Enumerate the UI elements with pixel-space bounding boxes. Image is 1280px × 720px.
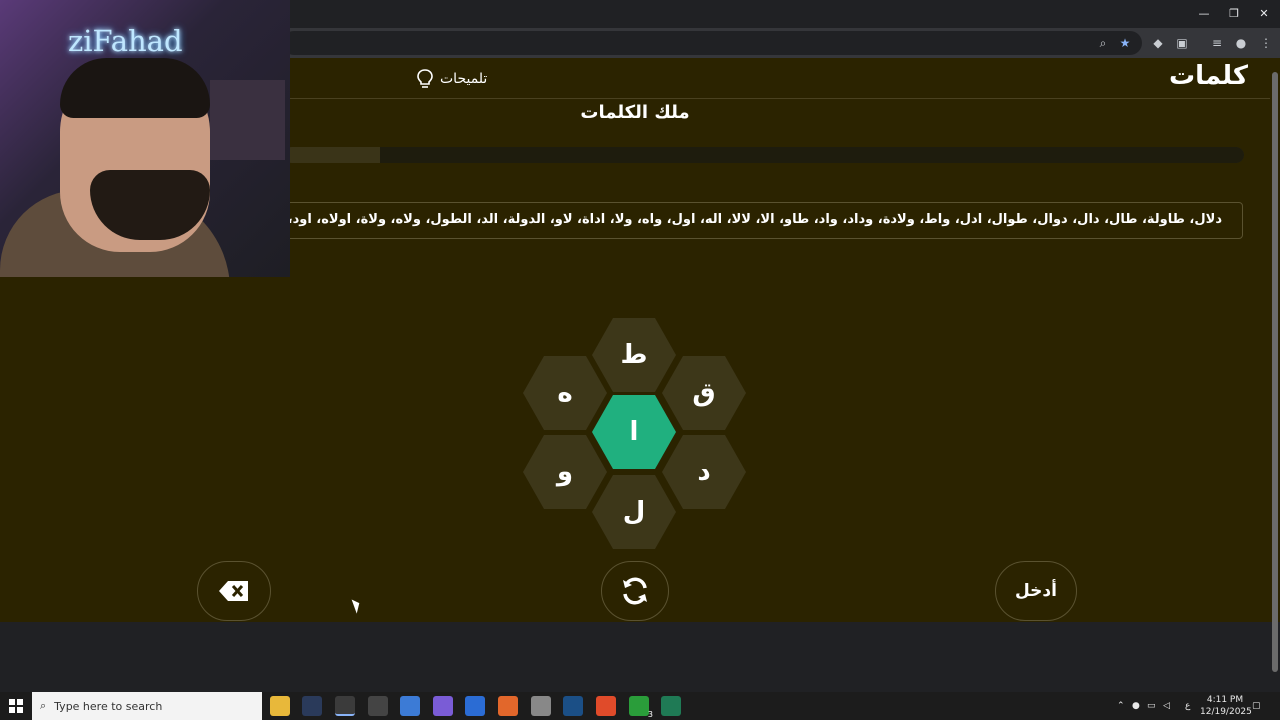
xbox-icon[interactable]: 3 bbox=[629, 696, 653, 719]
media-icon[interactable]: ≡ bbox=[1209, 35, 1225, 51]
app-logo[interactable]: كلمات bbox=[1169, 61, 1248, 91]
brave-icon[interactable] bbox=[596, 696, 616, 716]
webcam-background-shelf bbox=[210, 80, 285, 160]
volume-icon[interactable]: ◁ bbox=[1163, 700, 1170, 712]
progress-fill bbox=[380, 147, 1244, 163]
windows-start-icon[interactable] bbox=[9, 699, 23, 713]
letter-hex-center[interactable]: ا bbox=[592, 395, 676, 469]
bookmark-star-icon[interactable]: ★ bbox=[1117, 35, 1133, 51]
discord-icon[interactable] bbox=[433, 696, 453, 716]
extension-icon[interactable]: ◆ bbox=[1150, 35, 1166, 51]
windows-taskbar: ⌕ Type here to search 3 ⌃ ● ▭ ◁ ع 4:11 P… bbox=[0, 692, 1280, 720]
profile-icon[interactable]: ● bbox=[1233, 35, 1249, 51]
page-scrollbar[interactable] bbox=[1270, 58, 1280, 672]
hints-label: تلميحات bbox=[440, 71, 488, 87]
letter-hex-lower-left[interactable]: و bbox=[523, 435, 607, 509]
microphone-icon[interactable]: ● bbox=[1132, 700, 1140, 712]
word-icon[interactable] bbox=[465, 696, 485, 716]
address-bar[interactable] bbox=[282, 31, 1142, 55]
delete-button[interactable] bbox=[197, 561, 271, 621]
chrome-icon[interactable] bbox=[335, 696, 355, 716]
close-button[interactable]: ✕ bbox=[1250, 4, 1278, 24]
clock[interactable]: 4:11 PM 12/19/2025 bbox=[1200, 694, 1252, 718]
enter-button[interactable]: أدخل bbox=[995, 561, 1077, 621]
firefox-icon[interactable] bbox=[498, 696, 518, 716]
letter-hex-upper-right[interactable]: ق bbox=[662, 356, 746, 430]
backspace-icon bbox=[219, 581, 248, 601]
shuffle-button[interactable] bbox=[601, 561, 669, 621]
clock-app-icon[interactable] bbox=[368, 696, 388, 716]
app2-icon[interactable] bbox=[531, 696, 551, 716]
letter-hex-bottom[interactable]: ل bbox=[592, 475, 676, 549]
network-icon[interactable]: ▭ bbox=[1147, 700, 1156, 712]
webcam-person-hair bbox=[60, 58, 210, 118]
steam-icon[interactable] bbox=[563, 696, 583, 716]
found-words-list: دلال، طاولة، طال، دال، دوال، طوال، ادل، … bbox=[261, 212, 1222, 227]
taskbar-search-placeholder: Type here to search bbox=[54, 699, 163, 713]
puzzle-icon[interactable]: ▣ bbox=[1174, 35, 1190, 51]
store-icon[interactable] bbox=[400, 696, 420, 716]
file-explorer-icon[interactable] bbox=[270, 696, 290, 716]
mouse-cursor bbox=[351, 597, 363, 614]
xbox-badge: 3 bbox=[647, 710, 653, 719]
hints-button[interactable]: تلميحات bbox=[416, 68, 487, 90]
letter-hex-top[interactable]: ط bbox=[592, 318, 676, 392]
excel-icon[interactable] bbox=[661, 696, 681, 716]
lightbulb-icon bbox=[417, 69, 433, 88]
found-words-box[interactable]: دلال، طاولة، طال، دال، دوال، طوال، ادل، … bbox=[260, 202, 1243, 239]
tray-chevron-icon[interactable]: ⌃ bbox=[1117, 700, 1125, 712]
taskbar-search[interactable]: ⌕ Type here to search bbox=[32, 692, 262, 720]
clock-date: 12/19/2025 bbox=[1200, 707, 1252, 717]
search-icon: ⌕ bbox=[40, 699, 47, 712]
neon-sign-text: ziFahad bbox=[68, 24, 183, 58]
scrollbar-thumb[interactable] bbox=[1272, 72, 1278, 672]
language-indicator[interactable]: ع bbox=[1185, 700, 1190, 712]
zoom-icon[interactable]: ⌕ bbox=[1095, 35, 1111, 51]
restore-button[interactable]: ❐ bbox=[1220, 4, 1248, 24]
webcam-overlay: ziFahad bbox=[0, 0, 290, 277]
minimize-button[interactable]: — bbox=[1190, 4, 1218, 24]
app-icon[interactable] bbox=[302, 696, 322, 716]
shuffle-icon bbox=[623, 577, 647, 605]
letter-hex-lower-right[interactable]: د bbox=[662, 435, 746, 509]
notification-icon[interactable]: ▢ bbox=[1252, 700, 1261, 712]
letter-hex-upper-left[interactable]: ه bbox=[523, 356, 607, 430]
progress-bar bbox=[284, 147, 1244, 163]
clock-time: 4:11 PM bbox=[1206, 695, 1244, 705]
menu-icon[interactable]: ⋮ bbox=[1258, 35, 1274, 51]
